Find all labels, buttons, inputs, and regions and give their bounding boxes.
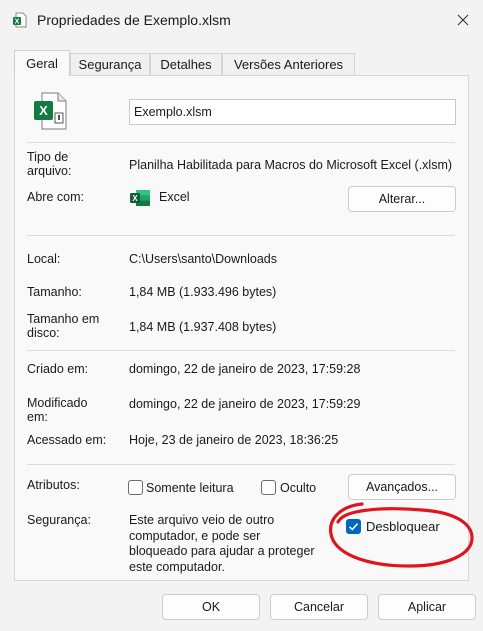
location-value: C:\Users\santo\Downloads xyxy=(129,252,277,266)
title-bar: X Propriedades de Exemplo.xlsm xyxy=(0,0,483,40)
excel-app-icon: X xyxy=(130,190,150,206)
divider xyxy=(27,350,455,351)
hidden-checkbox[interactable] xyxy=(261,480,276,495)
accessed-value: Hoje, 23 de janeiro de 2023, 18:36:25 xyxy=(129,433,339,447)
created-label: Criado em: xyxy=(27,362,89,376)
opens-with-app: Excel xyxy=(159,190,190,204)
svg-text:X: X xyxy=(39,103,48,118)
ok-button[interactable]: OK xyxy=(162,594,260,620)
filename-field[interactable]: Exemplo.xlsm xyxy=(129,99,456,125)
window-title: Propriedades de Exemplo.xlsm xyxy=(37,12,231,28)
apply-button[interactable]: Aplicar xyxy=(378,594,476,620)
advanced-button[interactable]: Avançados... xyxy=(348,474,456,500)
created-value: domingo, 22 de janeiro de 2023, 17:59:28 xyxy=(129,362,361,376)
accessed-label: Acessado em: xyxy=(27,433,107,447)
divider xyxy=(27,235,455,236)
modified-value: domingo, 22 de janeiro de 2023, 17:59:29 xyxy=(129,397,361,411)
tab-general[interactable]: Geral xyxy=(14,50,70,76)
readonly-checkbox[interactable] xyxy=(128,480,143,495)
readonly-label: Somente leitura xyxy=(146,481,234,495)
opens-with-label: Abre com: xyxy=(27,190,84,204)
unblock-label: Desbloquear xyxy=(366,519,440,534)
cancel-button[interactable]: Cancelar xyxy=(270,594,368,620)
security-description: Este arquivo veio de outro computador, e… xyxy=(129,513,315,574)
size-label: Tamanho: xyxy=(27,285,82,299)
modified-label: Modificado em: xyxy=(27,396,88,424)
attributes-label: Atributos: xyxy=(27,478,80,492)
hidden-label: Oculto xyxy=(280,481,317,495)
file-type-label: Tipo de arquivo: xyxy=(27,150,72,178)
svg-text:X: X xyxy=(15,19,20,26)
divider xyxy=(27,142,455,143)
excel-file-icon: X xyxy=(13,12,27,28)
close-button[interactable] xyxy=(452,9,474,31)
divider xyxy=(27,464,455,465)
change-button[interactable]: Alterar... xyxy=(348,186,456,212)
tab-details[interactable]: Detalhes xyxy=(150,53,222,75)
tab-security[interactable]: Segurança xyxy=(70,53,150,75)
excel-macro-file-icon: X xyxy=(34,92,67,130)
size-on-disk-label: Tamanho em disco: xyxy=(27,312,100,340)
size-value: 1,84 MB (1.933.496 bytes) xyxy=(129,285,277,299)
file-type-value: Planilha Habilitada para Macros do Micro… xyxy=(129,158,453,172)
tab-previous-versions[interactable]: Versões Anteriores xyxy=(222,53,355,75)
size-on-disk-value: 1,84 MB (1.937.408 bytes) xyxy=(129,320,277,334)
location-label: Local: xyxy=(27,252,61,266)
svg-text:X: X xyxy=(132,194,138,203)
security-label: Segurança: xyxy=(27,513,91,527)
close-icon xyxy=(457,14,469,26)
unblock-checkbox[interactable] xyxy=(346,519,361,534)
checkmark-icon xyxy=(348,523,359,531)
